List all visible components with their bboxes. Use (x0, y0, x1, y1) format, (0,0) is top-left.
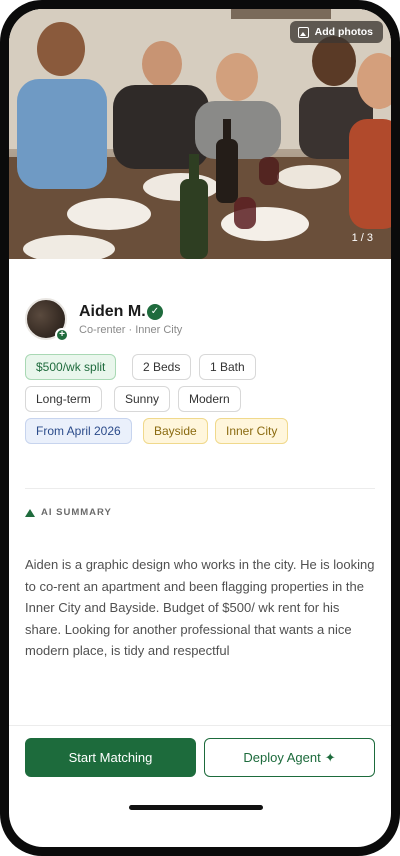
deploy-agent-label: Deploy Agent (243, 750, 321, 765)
add-icon: + (55, 328, 69, 342)
tag-beds: 2 Beds (132, 354, 192, 380)
home-indicator (129, 805, 263, 810)
tag-bath: 1 Bath (199, 354, 256, 380)
screen: Add photos 1 / 3 + Aiden M. ✓ Co-renter … (9, 9, 391, 847)
tag-location-inner-city: Inner City (215, 418, 289, 444)
section-divider (25, 488, 375, 489)
tag-budget: $500/wk split (25, 354, 117, 380)
footer-divider (9, 725, 391, 726)
listing-photo[interactable]: Add photos 1 / 3 (9, 9, 391, 259)
image-icon (297, 26, 309, 38)
deploy-agent-button[interactable]: Deploy Agent ✦ (204, 738, 375, 777)
tag-lease-term: Long-term (25, 386, 102, 412)
start-matching-label: Start Matching (68, 750, 153, 765)
ai-summary-heading: AI SUMMARY (25, 507, 112, 518)
profile-name: Aiden M. (79, 303, 146, 320)
tag-start-date: From April 2026 (25, 418, 132, 444)
ai-summary-text: Aiden is a graphic design who works in t… (25, 557, 375, 658)
photo-counter: 1 / 3 (351, 232, 373, 244)
ai-summary-label: AI SUMMARY (41, 507, 112, 518)
dinner-party-illustration (9, 9, 391, 259)
sparkle-icon: ✦ (324, 749, 336, 765)
verified-check-icon: ✓ (147, 304, 163, 320)
profile-subtitle: Co-renter · Inner City (79, 324, 183, 336)
tag-location-bayside: Bayside (143, 418, 208, 444)
tag-sunny: Sunny (114, 386, 171, 412)
ai-icon (25, 508, 35, 517)
tag-modern: Modern (178, 386, 241, 412)
start-matching-button[interactable]: Start Matching (25, 738, 196, 777)
add-photos-button[interactable]: Add photos (289, 21, 383, 43)
add-photos-label: Add photos (314, 26, 373, 38)
